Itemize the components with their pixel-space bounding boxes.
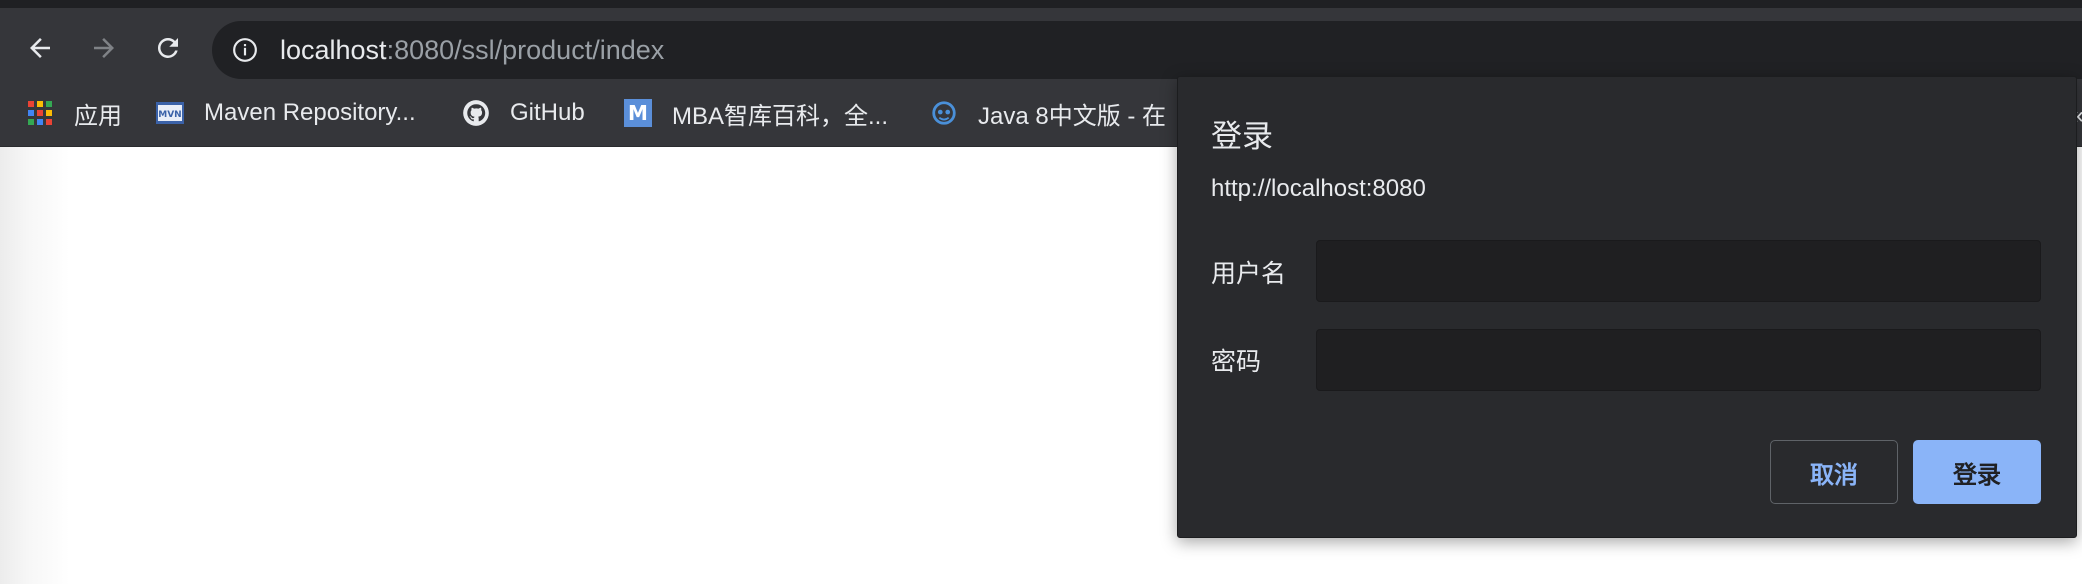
- bookmark-label: Java 8中文版 - 在: [978, 102, 1167, 130]
- java-icon: [930, 99, 958, 127]
- bookmark-github[interactable]: GitHub: [462, 80, 585, 146]
- reload-icon: [157, 37, 178, 58]
- site-info-icon[interactable]: [232, 37, 258, 63]
- bookmark-label: 应用: [74, 102, 122, 130]
- browser-toolbar: localhost:8080/ssl/product/index: [0, 8, 2082, 80]
- bookmark-label: Maven Repository...: [204, 99, 416, 126]
- reload-button[interactable]: [148, 28, 188, 68]
- dialog-title: 登录: [1211, 119, 1273, 154]
- mvn-icon: MVN: [156, 99, 184, 127]
- bookmark-mba[interactable]: M MBA智库百科，全...: [624, 80, 888, 146]
- svg-text:MVN: MVN: [158, 110, 181, 120]
- apps-grid-icon: [26, 99, 54, 127]
- cancel-button[interactable]: 取消: [1770, 440, 1898, 504]
- dialog-origin: http://localhost:8080: [1211, 175, 1426, 202]
- github-icon: [462, 99, 490, 127]
- login-button[interactable]: 登录: [1913, 440, 2041, 504]
- auth-dialog: 登录 http://localhost:8080 用户名 密码 取消 登录: [1177, 76, 2077, 538]
- window-top-strip: [0, 0, 2082, 8]
- url-text[interactable]: localhost:8080/ssl/product/index: [280, 33, 664, 67]
- mba-icon: M: [624, 99, 652, 127]
- bookmark-label: MBA智库百科，全...: [672, 102, 889, 130]
- svg-text:M: M: [628, 101, 648, 125]
- bookmark-java[interactable]: Java 8中文版 - 在: [930, 80, 1166, 146]
- bookmark-label: GitHub: [510, 99, 585, 126]
- password-field[interactable]: [1316, 329, 2041, 391]
- back-arrow-icon: [30, 38, 50, 58]
- forward-arrow-icon: [94, 38, 114, 58]
- url-host: localhost: [280, 35, 387, 65]
- url-path: :8080/ssl/product/index: [386, 35, 665, 65]
- password-label: 密码: [1211, 348, 1262, 376]
- bookmark-apps[interactable]: 应用: [26, 80, 122, 146]
- username-label: 用户名: [1211, 260, 1287, 288]
- forward-button[interactable]: [84, 28, 124, 68]
- bookmark-maven[interactable]: MVN Maven Repository...: [156, 80, 416, 146]
- username-field[interactable]: [1316, 240, 2041, 302]
- back-button[interactable]: [20, 28, 60, 68]
- address-bar[interactable]: localhost:8080/ssl/product/index: [212, 21, 2082, 79]
